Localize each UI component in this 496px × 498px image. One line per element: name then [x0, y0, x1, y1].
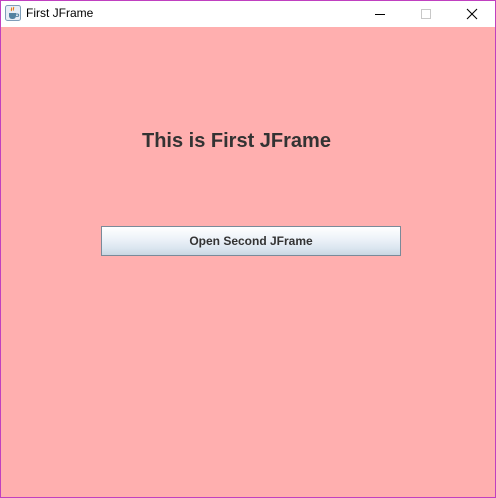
minimize-button[interactable] — [357, 1, 403, 27]
content-pane: This is First JFrame Open Second JFrame — [1, 27, 495, 497]
minimize-icon — [375, 14, 385, 15]
close-button[interactable] — [449, 1, 495, 27]
maximize-icon — [421, 9, 431, 19]
jframe-window: First JFrame This is First JFrame Open S… — [0, 0, 496, 498]
maximize-button[interactable] — [403, 1, 449, 27]
open-second-jframe-button[interactable]: Open Second JFrame — [101, 226, 401, 256]
close-icon — [466, 8, 478, 20]
page-heading: This is First JFrame — [142, 130, 331, 152]
window-title: First JFrame — [26, 6, 94, 20]
title-bar[interactable]: First JFrame — [1, 1, 495, 27]
java-coffee-cup-icon[interactable] — [5, 5, 21, 21]
